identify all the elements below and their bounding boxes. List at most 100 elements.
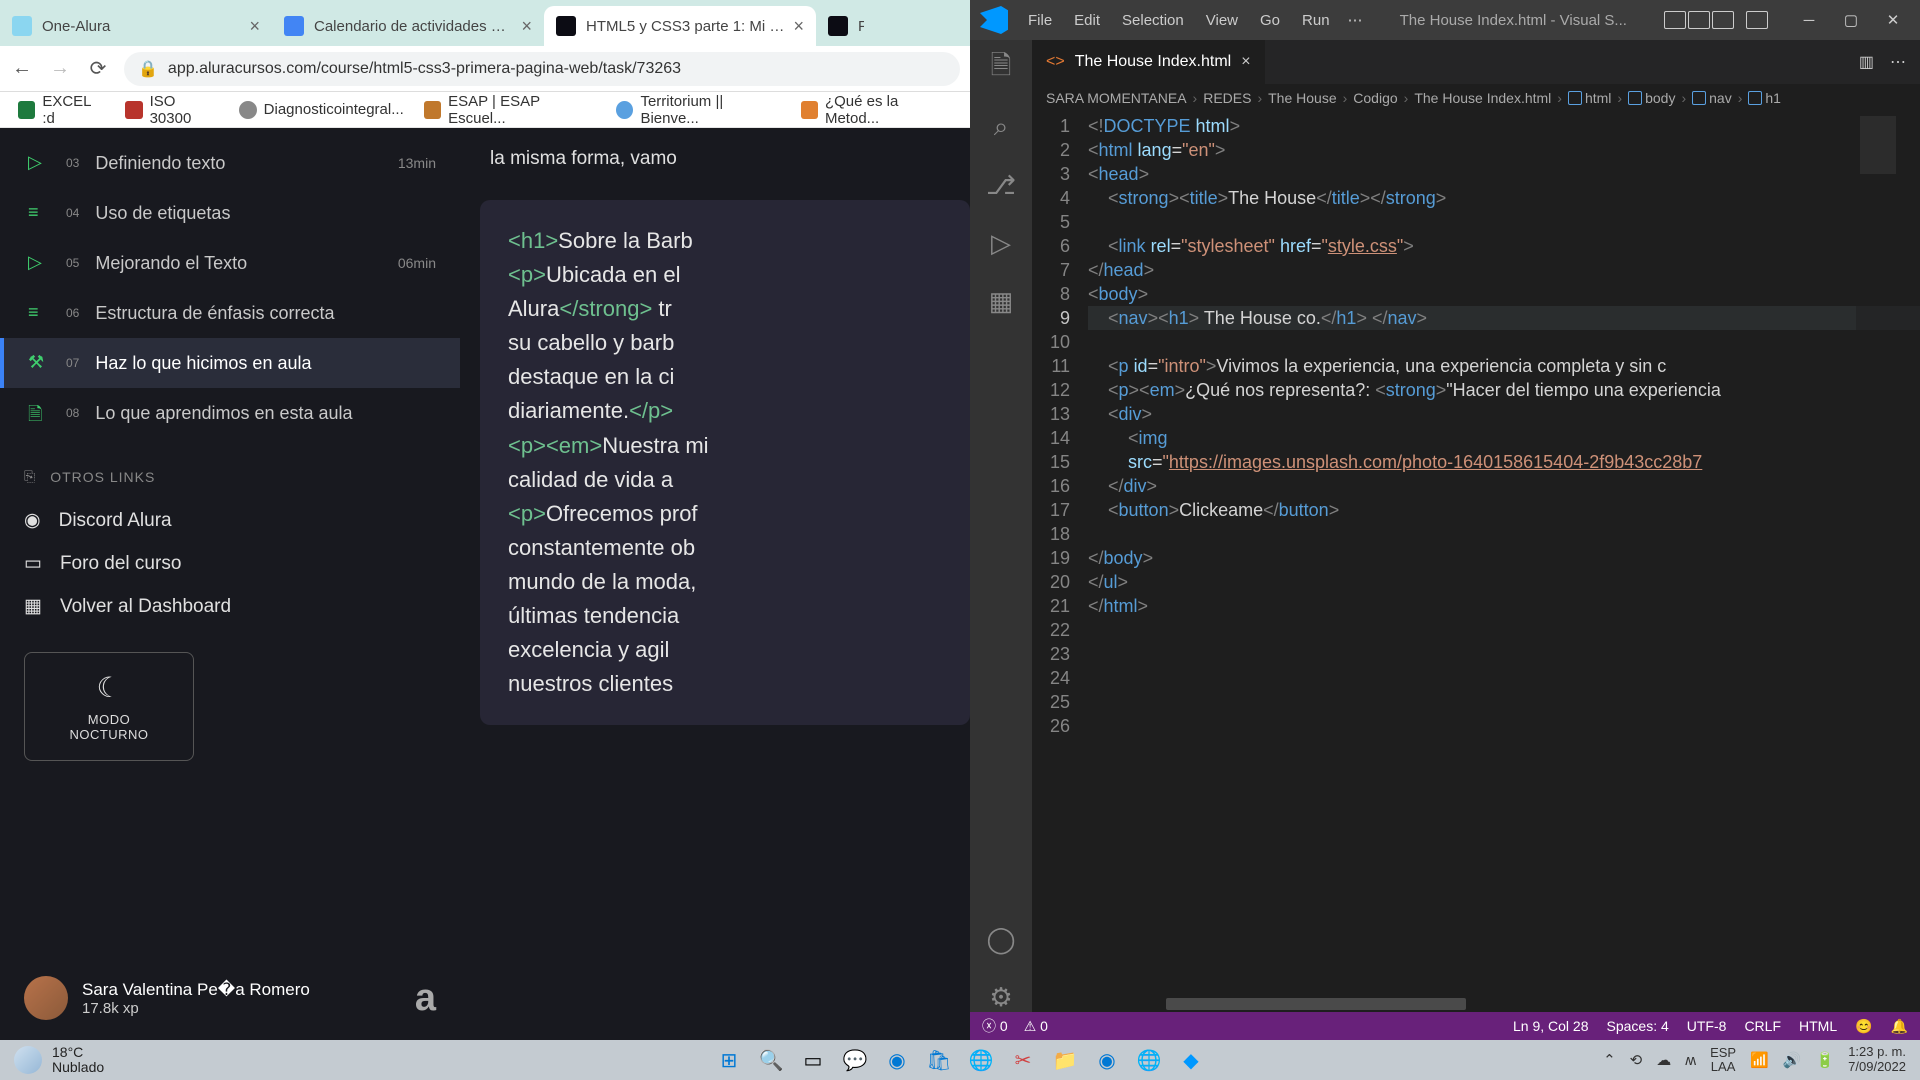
feedback-icon[interactable]: 😊 [1855, 1018, 1872, 1035]
close-button[interactable]: ✕ [1872, 4, 1914, 36]
address-bar[interactable]: 🔒app.aluracursos.com/course/html5-css3-p… [124, 52, 960, 86]
doc-icon: 🗎 [28, 402, 50, 424]
layout-controls[interactable] [1664, 11, 1734, 29]
maximize-button[interactable]: ▢ [1830, 4, 1872, 36]
file-explorer-icon[interactable]: 📁 [1048, 1043, 1082, 1077]
lesson-item[interactable]: ▷03Definiendo texto13min [0, 138, 460, 188]
browser-tab-active[interactable]: HTML5 y CSS3 parte 1: Mi prime× [544, 6, 816, 46]
battery-icon[interactable]: 🔋 [1815, 1051, 1834, 1069]
bookmark[interactable]: Territorium || Bienve... [608, 89, 789, 131]
menu-overflow[interactable]: ⋯ [1348, 11, 1363, 29]
reload-button[interactable]: ⟳ [86, 57, 110, 81]
accounts-icon[interactable]: ◯ [986, 924, 1016, 954]
browser-tab[interactable]: One-Alura× [0, 6, 272, 46]
close-tab-icon[interactable]: × [521, 16, 532, 37]
editor-tab-active[interactable]: <> The House Index.html × [1032, 40, 1265, 84]
app-icon[interactable]: ◉ [880, 1043, 914, 1077]
weather-icon [14, 1046, 42, 1074]
browser-toolbar: ← → ⟳ 🔒app.aluracursos.com/course/html5-… [0, 46, 970, 92]
more-actions-icon[interactable]: ⋯ [1890, 52, 1906, 72]
code-example: <h1>Sobre la Barb<p>Ubicada en el Alura<… [480, 200, 970, 725]
extensions-icon[interactable]: ▦ [986, 286, 1016, 316]
store-icon[interactable]: 🛍 [922, 1043, 956, 1077]
clock[interactable]: 1:23 p. m.7/09/2022 [1848, 1045, 1906, 1075]
browser-tab[interactable]: Fo [816, 6, 876, 46]
other-links-header: ⎘OTROS LINKS [0, 438, 460, 499]
discord-icon: ◉ [24, 509, 41, 532]
editor-tabs: <> The House Index.html × ▥ ⋯ [1032, 40, 1920, 84]
lesson-item[interactable]: ▷05Mejorando el Texto06min [0, 238, 460, 288]
indent-setting[interactable]: Spaces: 4 [1607, 1018, 1669, 1034]
notifications-icon[interactable]: 🔔 [1891, 1018, 1908, 1035]
lesson-item[interactable]: ≡06Estructura de énfasis correcta [0, 288, 460, 338]
run-debug-icon[interactable]: ▷ [986, 228, 1016, 258]
lesson-content: la misma forma, vamo <h1>Sobre la Barb<p… [460, 128, 970, 1040]
onedrive-icon[interactable]: ☁ [1656, 1051, 1671, 1069]
line-numbers: 1234567891011121314151617181920212223242… [1032, 112, 1088, 998]
task-view-button[interactable]: ▭ [796, 1043, 830, 1077]
back-button[interactable]: ← [10, 57, 34, 81]
sync-icon[interactable]: ⟲ [1630, 1051, 1643, 1069]
chrome-icon[interactable]: 🌐 [964, 1043, 998, 1077]
settings-icon[interactable]: ⚙ [986, 982, 1016, 1012]
menu-go[interactable]: Go [1250, 6, 1290, 35]
menu-run[interactable]: Run [1292, 6, 1340, 35]
cursor-position[interactable]: Ln 9, Col 28 [1513, 1018, 1589, 1034]
search-button[interactable]: 🔍 [754, 1043, 788, 1077]
minimize-button[interactable]: ─ [1788, 4, 1830, 36]
layout-customize-icon[interactable] [1746, 11, 1768, 29]
horizontal-scrollbar[interactable] [1032, 998, 1920, 1012]
html-file-icon: <> [1046, 53, 1065, 71]
play-icon: ▷ [28, 252, 50, 274]
bookmark[interactable]: ESAP | ESAP Escuel... [416, 89, 604, 131]
menu-file[interactable]: File [1018, 6, 1062, 35]
language-indicator[interactable]: ESPLAA [1710, 1046, 1736, 1075]
browser-tab[interactable]: Calendario de actividades del GR× [272, 6, 544, 46]
weather-widget[interactable]: 18°CNublado [14, 1045, 104, 1076]
chevron-up-icon[interactable]: ⌃ [1603, 1051, 1616, 1069]
close-tab-icon[interactable]: × [249, 16, 260, 37]
bookmark[interactable]: EXCEL :d [10, 89, 113, 131]
wifi-icon[interactable]: 📶 [1750, 1051, 1769, 1069]
start-button[interactable]: ⊞ [712, 1043, 746, 1077]
explorer-icon[interactable]: 🗎 [986, 54, 1016, 84]
volume-icon[interactable]: 🔊 [1783, 1051, 1802, 1069]
lesson-item[interactable]: 🗎08Lo que aprendimos en esta aula [0, 388, 460, 438]
lesson-item[interactable]: ≡04Uso de etiquetas [0, 188, 460, 238]
source-control-icon[interactable]: ⎇ [986, 170, 1016, 200]
bookmark[interactable]: ISO 30300 [117, 89, 226, 131]
bookmark[interactable]: ¿Qué es la Metod... [793, 89, 960, 131]
user-name: Sara Valentina Pe�a Romero [82, 980, 310, 1000]
encoding[interactable]: UTF-8 [1687, 1018, 1727, 1034]
errors-count[interactable]: ⓧ 0 [982, 1016, 1008, 1036]
edge-icon[interactable]: ◉ [1090, 1043, 1124, 1077]
chrome-profile-icon[interactable]: 🌐 [1132, 1043, 1166, 1077]
lesson-item[interactable]: ⚒07Haz lo que hicimos en aula [0, 338, 460, 388]
discord-link[interactable]: ◉Discord Alura [0, 499, 460, 542]
minimap[interactable] [1856, 112, 1920, 998]
night-mode-toggle[interactable]: ☾ MODO NOCTURNO [24, 652, 194, 761]
warnings-count[interactable]: ⚠ 0 [1024, 1018, 1048, 1035]
split-editor-icon[interactable]: ▥ [1859, 52, 1874, 72]
vscode-taskbar-icon[interactable]: ◆ [1174, 1043, 1208, 1077]
snip-icon[interactable]: ✂ [1006, 1043, 1040, 1077]
code-editor[interactable]: 1234567891011121314151617181920212223242… [1032, 112, 1920, 998]
menu-view[interactable]: View [1196, 6, 1248, 35]
close-tab-icon[interactable]: × [793, 16, 804, 37]
chat-icon[interactable]: 💬 [838, 1043, 872, 1077]
user-xp: 17.8k xp [82, 1000, 310, 1017]
menu-edit[interactable]: Edit [1064, 6, 1110, 35]
bookmark[interactable]: Diagnosticointegral... [231, 97, 412, 123]
menu-selection[interactable]: Selection [1112, 6, 1194, 35]
close-tab-icon[interactable]: × [1241, 53, 1250, 71]
avatar[interactable] [24, 976, 68, 1020]
search-icon[interactable]: ⌕ [986, 112, 1016, 142]
browser-tab-strip: One-Alura× Calendario de actividades del… [0, 0, 970, 46]
antivirus-icon[interactable]: ʍ [1685, 1052, 1696, 1069]
forum-link[interactable]: ▭Foro del curso [0, 542, 460, 585]
dashboard-link[interactable]: ▦Volver al Dashboard [0, 585, 460, 628]
forward-button[interactable]: → [48, 57, 72, 81]
breadcrumbs[interactable]: SARA MOMENTANEA›REDES›The House›Codigo›T… [1032, 84, 1920, 112]
language-mode[interactable]: HTML [1799, 1018, 1837, 1034]
eol[interactable]: CRLF [1744, 1018, 1781, 1034]
